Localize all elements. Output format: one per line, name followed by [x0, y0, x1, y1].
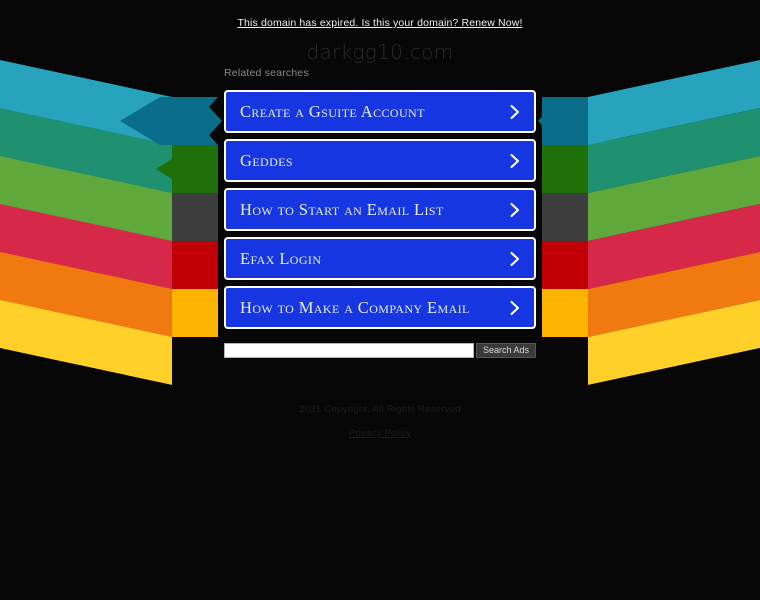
related-search-item-5[interactable]: How to Make a Company Email [224, 286, 536, 329]
left-bright-overlay [0, 60, 172, 97]
search-bar: Search Ads [224, 343, 536, 358]
related-search-item-1[interactable]: Create a Gsuite Account [224, 90, 536, 133]
related-search-label: How to Make a Company Email [240, 297, 470, 317]
related-search-label: Geddes [240, 150, 293, 170]
chevron-right-icon [509, 104, 521, 120]
left-arrow-points [196, 97, 218, 145]
related-search-label: Create a Gsuite Account [240, 101, 425, 121]
related-searches-label: Related searches [224, 67, 309, 79]
chevron-right-icon [509, 153, 521, 169]
related-search-list: Create a Gsuite Account Geddes How to St… [224, 90, 536, 329]
left-diagonal-sheen [0, 60, 172, 420]
related-search-item-2[interactable]: Geddes [224, 139, 536, 182]
related-search-item-4[interactable]: Efax Login [224, 237, 536, 280]
left-arrow-tips [172, 97, 218, 337]
search-ads-button[interactable]: Search Ads [475, 343, 536, 358]
search-input[interactable] [224, 343, 474, 358]
related-search-label: How to Start an Email List [240, 199, 444, 219]
related-search-item-3[interactable]: How to Start an Email List [224, 188, 536, 231]
left-arrow-heads [172, 97, 222, 337]
right-arrow-heads [538, 97, 588, 337]
content-column: Related searches Create a Gsuite Account… [224, 0, 536, 358]
chevron-right-icon [509, 300, 521, 316]
privacy-policy-link[interactable]: Privacy Policy [349, 428, 412, 439]
chevron-right-icon [509, 202, 521, 218]
left-bright-parallelograms [0, 60, 172, 420]
chevron-right-icon [509, 251, 521, 267]
footer: 2021 Copyright. All Rights Reserved Priv… [0, 404, 760, 441]
copyright-text: 2021 Copyright. All Rights Reserved [299, 404, 461, 415]
right-bright-parallelograms [588, 60, 760, 420]
left-bright-bands [0, 60, 172, 395]
related-search-label: Efax Login [240, 248, 322, 268]
